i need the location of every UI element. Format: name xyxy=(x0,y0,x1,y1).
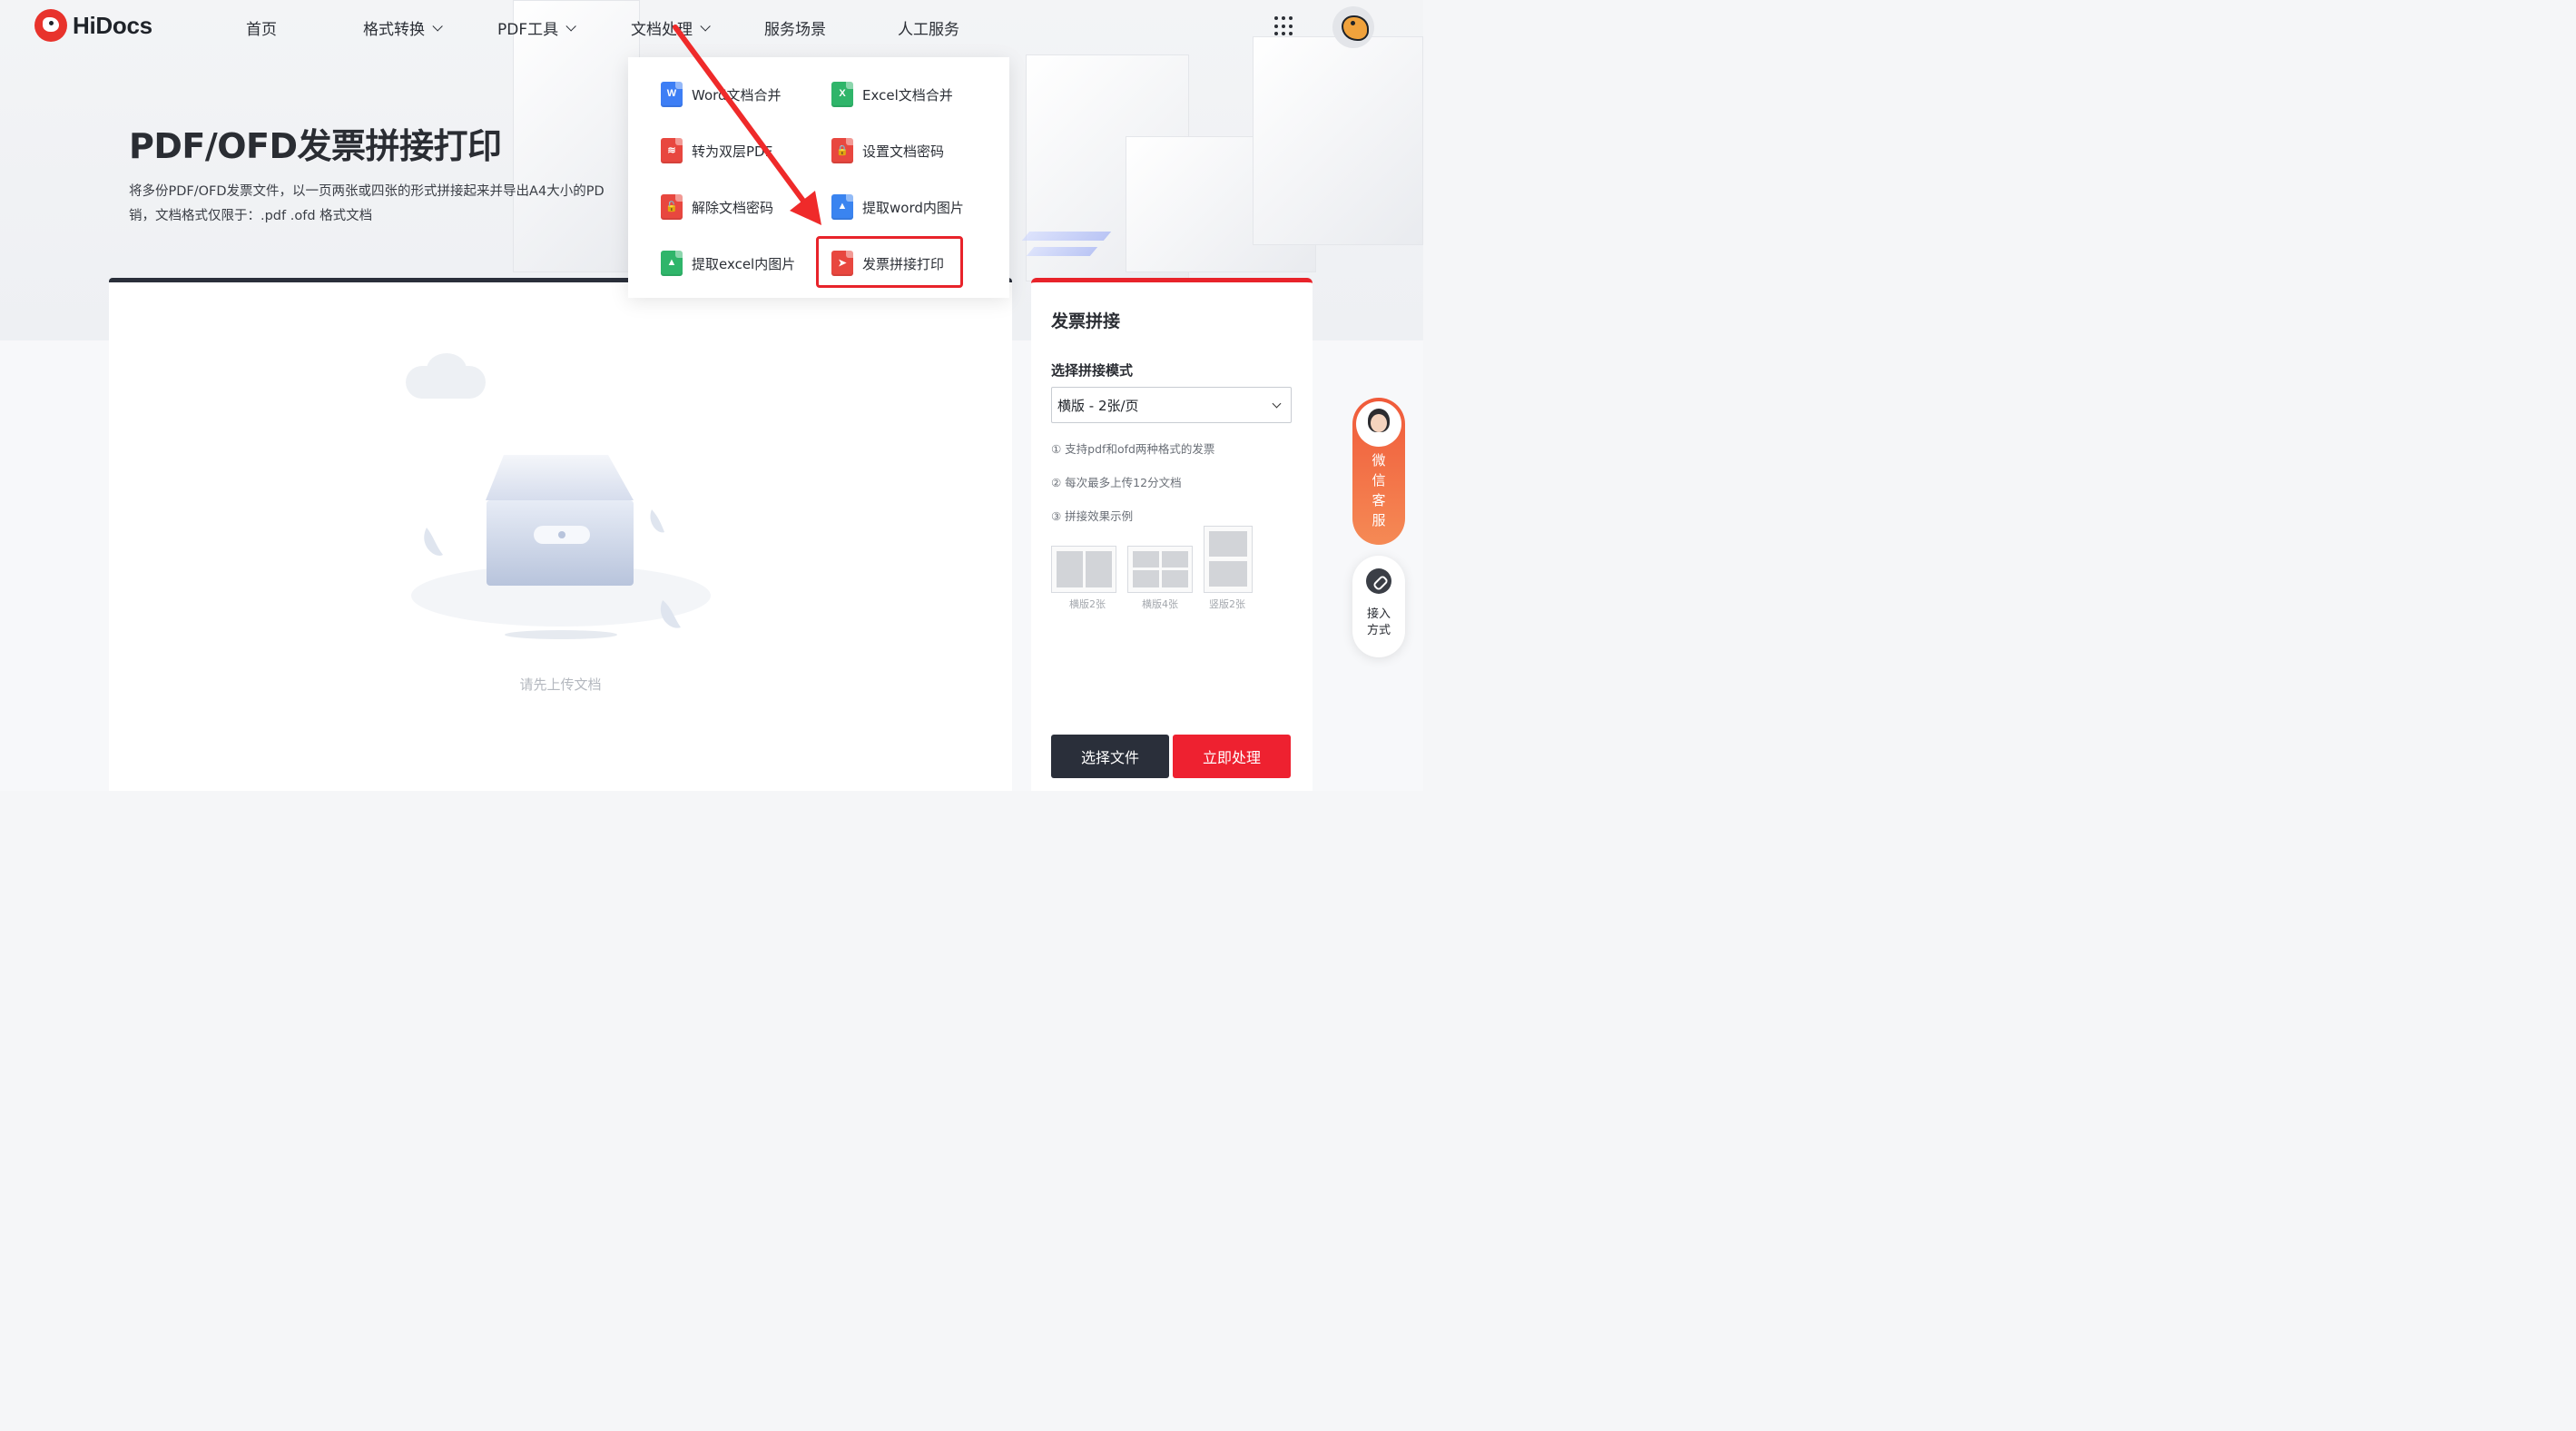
nav-label: 服务场景 xyxy=(764,21,826,39)
page-description: 将多份PDF/OFD发票文件，以一页两张或四张的形式拼接起来并导出A4大小的PD… xyxy=(129,180,637,229)
layers-pdf-icon: ≋ xyxy=(661,138,683,163)
chevron-down-icon xyxy=(1272,399,1282,409)
cloud-decoration xyxy=(427,353,467,386)
widget-label-line: 方式 xyxy=(1366,624,1391,637)
menu-item-label: 提取excel内图片 xyxy=(692,255,796,272)
nav-item-doc-processing[interactable]: 文档处理 xyxy=(631,16,711,39)
nav-item-service-scenes[interactable]: 服务场景 xyxy=(764,16,826,39)
access-method-widget[interactable]: 接入 方式 xyxy=(1352,556,1405,657)
widget-label: 接入 方式 xyxy=(1352,607,1405,639)
mode-label: 选择拼接模式 xyxy=(1051,362,1134,379)
mode-select[interactable]: 横版 - 2张/页 xyxy=(1051,387,1292,423)
logo-icon xyxy=(34,9,67,42)
menu-item-label: 设置文档密码 xyxy=(862,143,945,160)
upload-hint: 请先上传文档 xyxy=(519,676,602,693)
word-image-icon: ▲ xyxy=(831,194,853,220)
menu-item-extract-excel-images[interactable]: ▲ 提取excel内图片 xyxy=(661,251,795,276)
menu-item-label: Word文档合并 xyxy=(692,86,782,104)
menu-item-dual-layer-pdf[interactable]: ≋ 转为双层PDF xyxy=(661,138,772,163)
description-line: 销，文档格式仅限于：.pdf .ofd 格式文档 xyxy=(129,209,373,223)
nav-label: 文档处理 xyxy=(631,21,693,39)
description-line: 将多份PDF/OFD发票文件，以一页两张或四张的形式拼接起来并导出A4大小的PD xyxy=(129,184,605,199)
widget-label: 客 xyxy=(1372,492,1386,508)
menu-item-excel-merge[interactable]: X Excel文档合并 xyxy=(831,82,953,107)
menu-item-label: 转为双层PDF xyxy=(692,143,773,160)
menu-item-set-password[interactable]: 🔒 设置文档密码 xyxy=(831,138,944,163)
upload-area[interactable]: 请先上传文档 xyxy=(109,278,1012,791)
select-file-button[interactable]: 选择文件 xyxy=(1051,735,1169,778)
menu-item-label: Excel文档合并 xyxy=(862,86,953,104)
apps-grid-icon[interactable] xyxy=(1274,16,1294,36)
lock-doc-icon: 🔒 xyxy=(831,138,853,163)
unlock-doc-icon: 🔓 xyxy=(661,194,683,220)
layout-thumb-landscape-4 xyxy=(1127,546,1193,593)
layout-caption: 横版4张 xyxy=(1142,598,1178,610)
logo[interactable]: HiDocs xyxy=(34,9,152,42)
page-title: PDF/OFD发票拼接打印 xyxy=(129,126,502,166)
widget-label: 服 xyxy=(1372,512,1386,528)
nav-label: 格式转换 xyxy=(363,21,425,39)
highlight-box xyxy=(816,236,963,288)
nav-label: PDF工具 xyxy=(497,21,559,39)
panel-title: 发票拼接 xyxy=(1051,311,1121,331)
excel-doc-icon: X xyxy=(831,82,853,107)
layout-caption: 竖版2张 xyxy=(1209,598,1245,610)
nav-item-home[interactable]: 首页 xyxy=(246,16,277,39)
menu-item-label: 解除文档密码 xyxy=(692,199,774,216)
nav-label: 首页 xyxy=(246,21,277,39)
nav-label: 人工服务 xyxy=(898,21,959,39)
menu-item-remove-password[interactable]: 🔓 解除文档密码 xyxy=(661,194,773,220)
wechat-service-widget[interactable]: 微 信 客 服 xyxy=(1352,398,1405,545)
menu-item-label: 提取word内图片 xyxy=(862,199,964,216)
chevron-down-icon xyxy=(565,20,576,32)
menu-item-word-merge[interactable]: W Word文档合并 xyxy=(661,82,782,107)
agent-avatar-icon xyxy=(1356,401,1401,447)
menu-item-extract-word-images[interactable]: ▲ 提取word内图片 xyxy=(831,194,964,220)
empty-box-illustration xyxy=(411,455,711,639)
widget-label-line: 接入 xyxy=(1366,607,1391,621)
layout-caption: 横版2张 xyxy=(1069,598,1106,610)
select-value: 横版 - 2张/页 xyxy=(1057,397,1139,414)
layout-thumb-portrait-2 xyxy=(1204,526,1253,593)
tip-limit: ② 每次最多上传12分文档 xyxy=(1051,476,1182,489)
user-avatar[interactable] xyxy=(1332,6,1374,48)
tip-formats: ① 支持pdf和ofd两种格式的发票 xyxy=(1051,442,1215,456)
link-icon xyxy=(1366,568,1391,594)
nav-item-pdf-tools[interactable]: PDF工具 xyxy=(497,16,576,39)
top-nav: HiDocs 首页 格式转换 PDF工具 文档处理 服务场景 人工服务 xyxy=(0,0,1423,54)
excel-image-icon: ▲ xyxy=(661,251,683,276)
widget-label: 信 xyxy=(1372,472,1386,489)
chevron-down-icon xyxy=(432,20,443,32)
nav-item-human-service[interactable]: 人工服务 xyxy=(898,16,959,39)
word-doc-icon: W xyxy=(661,82,683,107)
tip-example: ③ 拼接效果示例 xyxy=(1051,509,1134,523)
nav-item-format-convert[interactable]: 格式转换 xyxy=(363,16,443,39)
chevron-down-icon xyxy=(700,20,711,32)
layout-thumb-landscape-2 xyxy=(1051,546,1116,593)
process-now-button[interactable]: 立即处理 xyxy=(1173,735,1291,778)
logo-text: HiDocs xyxy=(73,11,152,39)
invoice-settings-panel: 发票拼接 选择拼接模式 横版 - 2张/页 ① 支持pdf和ofd两种格式的发票… xyxy=(1031,278,1313,791)
widget-label: 微 xyxy=(1372,452,1386,469)
